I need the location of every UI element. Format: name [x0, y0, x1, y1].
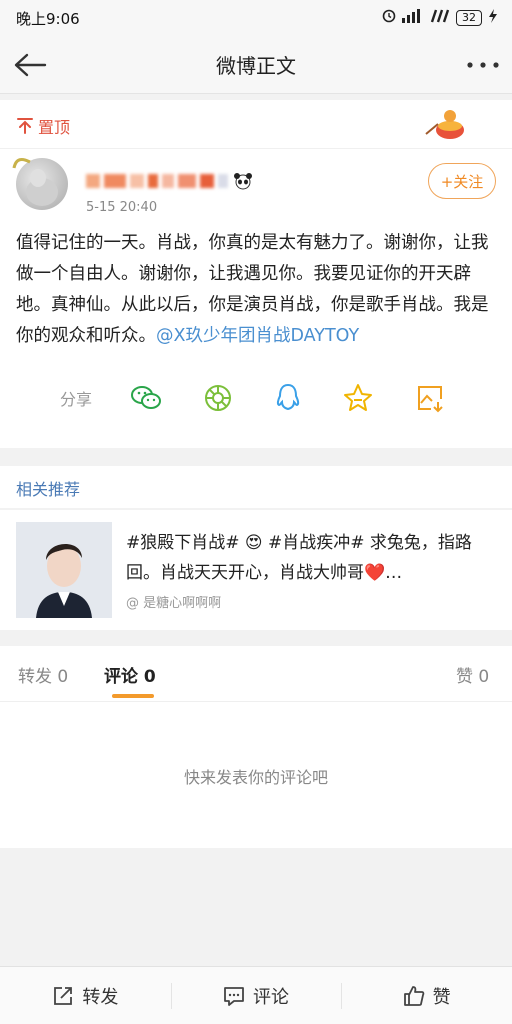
share-label: 分享 [60, 390, 93, 409]
repost-icon [54, 986, 73, 1005]
recommend-author: @ 是糖心啊啊啊 [126, 596, 222, 611]
nav-bar: 微博正文 [0, 36, 512, 94]
image-download-icon [418, 386, 443, 413]
share-qq-button[interactable] [272, 382, 304, 414]
share-row: 分享 [0, 376, 512, 420]
post-time: 5-15 20:40 [86, 200, 158, 215]
username-blurred[interactable] [86, 170, 254, 192]
post-card: 置顶 5-15 20:40 +关注 值得记住的一天。肖战，你真的是太有魅力了。谢… [0, 100, 512, 448]
page-title: 微博正文 [216, 54, 296, 78]
comment-icon [224, 986, 244, 1006]
interaction-tabs: 转发 0 评论 0 赞 0 [0, 646, 512, 702]
alarm-icon [382, 9, 396, 27]
status-time: 晚上9:06 [16, 9, 80, 28]
share-wechat-button[interactable] [130, 382, 162, 414]
recommend-text: #狼殿下肖战# 😍 #肖战疾冲# 求兔兔，指路回。肖战天天开心，肖战大帅哥❤️… [126, 533, 472, 583]
tab-comment[interactable]: 评论 0 [104, 662, 156, 687]
back-arrow-icon [14, 53, 47, 77]
star-icon [344, 384, 372, 411]
share-moments-button[interactable] [202, 382, 234, 414]
qq-icon [276, 383, 300, 411]
more-button[interactable] [466, 50, 500, 80]
comment-label: 评论 [253, 986, 289, 1008]
panda-emoji-icon [234, 173, 252, 190]
charging-icon [488, 9, 498, 27]
follow-button[interactable]: +关注 [428, 163, 496, 199]
divider [0, 148, 512, 149]
comments-area: 快来发表你的评论吧 [0, 702, 512, 848]
bottom-action-bar: 转发 评论 赞 [0, 966, 512, 1024]
save-image-button[interactable] [414, 382, 446, 414]
signal-icon [402, 9, 424, 27]
status-bar: 晚上9:06 32 [0, 0, 512, 36]
more-dots-icon [467, 62, 499, 68]
wifi-icon [430, 9, 450, 27]
favorite-button[interactable] [342, 382, 374, 414]
comment-button[interactable]: 评论 [170, 967, 342, 1024]
tab-like[interactable]: 赞 0 [456, 662, 489, 687]
like-button[interactable]: 赞 [341, 967, 512, 1024]
decoration-sticker-icon [425, 110, 464, 139]
thumbs-up-icon [403, 985, 424, 1006]
mention-link[interactable]: @X玖少年团肖战DAYTOY [156, 326, 359, 346]
repost-button[interactable]: 转发 [0, 967, 171, 1024]
back-button[interactable] [10, 48, 50, 82]
like-label: 赞 [432, 986, 451, 1008]
status-icons: 32 [382, 9, 498, 27]
moments-icon [205, 385, 231, 411]
recommend-header: 相关推荐 [0, 466, 512, 508]
pinned-label: 置顶 [38, 118, 71, 137]
avatar-badge-icon [12, 158, 31, 169]
empty-comments-hint: 快来发表你的评论吧 [183, 768, 328, 787]
tab-repost[interactable]: 转发 0 [18, 662, 68, 687]
battery-icon: 32 [456, 10, 482, 26]
pinned-tag: 置顶 [16, 114, 70, 138]
post-body: 值得记住的一天。肖战，你真的是太有魅力了。谢谢你，让我做一个自由人。谢谢你，让我… [16, 228, 500, 352]
pin-icon [17, 118, 33, 134]
active-tab-indicator [112, 694, 154, 698]
recommend-item[interactable]: #狼殿下肖战# 😍 #肖战疾冲# 求兔兔，指路回。肖战天天开心，肖战大帅哥❤️…… [0, 510, 512, 630]
repost-label: 转发 [82, 986, 119, 1008]
recommend-thumbnail [16, 522, 112, 618]
wechat-icon [131, 386, 161, 409]
